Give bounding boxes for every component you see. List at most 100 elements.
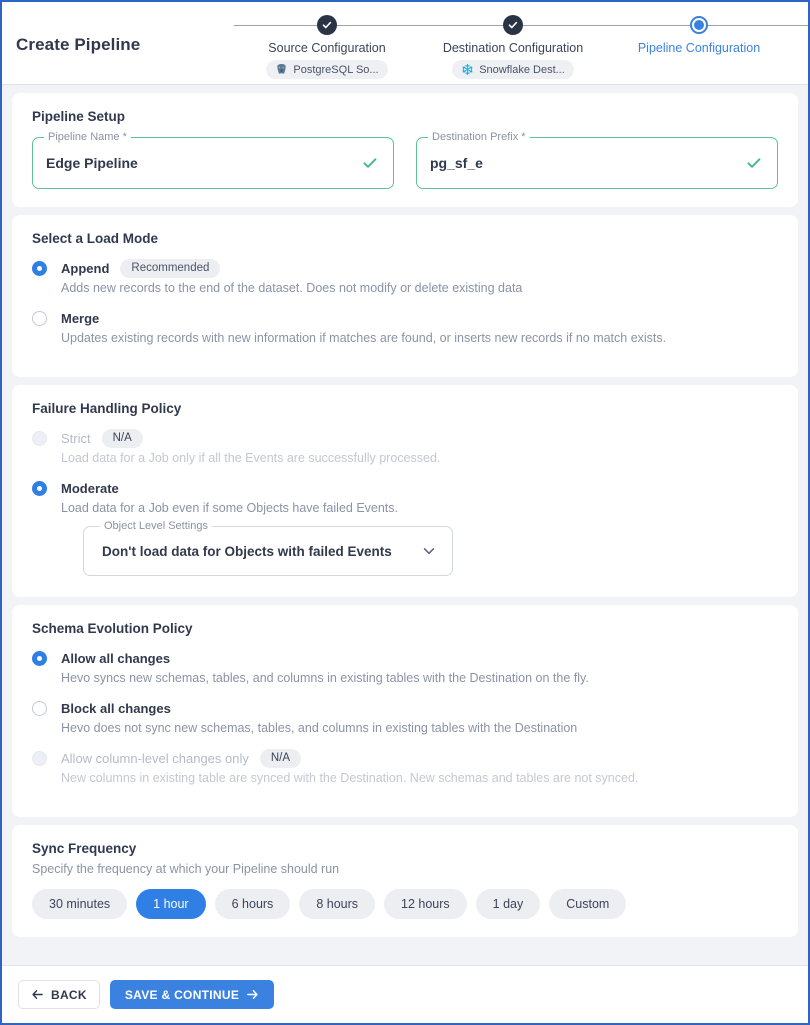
radio-block-all-changes[interactable] bbox=[32, 701, 47, 716]
option-description: Load data for a Job only if all the Even… bbox=[61, 451, 441, 465]
pipeline-name-field[interactable]: Pipeline Name * Edge Pipeline bbox=[32, 131, 394, 189]
pipeline-setup-title: Pipeline Setup bbox=[32, 109, 126, 124]
schema-evolution-card: Schema Evolution Policy Allow all change… bbox=[12, 605, 798, 817]
chevron-down-icon[interactable] bbox=[420, 542, 438, 560]
radio-allow-column-level-changes bbox=[32, 751, 47, 766]
option-description: Hevo does not sync new schemas, tables, … bbox=[61, 721, 578, 735]
snowflake-icon bbox=[462, 64, 473, 75]
sync-option-8-hours[interactable]: 8 hours bbox=[299, 889, 376, 919]
failure-option-moderate[interactable]: Moderate Load data for a Job even if som… bbox=[32, 479, 778, 576]
save-and-continue-label: SAVE & CONTINUE bbox=[124, 987, 240, 1002]
radio-strict bbox=[32, 431, 47, 446]
option-head: Allow column-level changes only N/A bbox=[61, 748, 638, 769]
step-done-icon bbox=[317, 15, 337, 35]
step-label: Source Configuration bbox=[268, 41, 386, 55]
option-head: Strict N/A bbox=[61, 428, 440, 449]
step-indicator-row bbox=[606, 14, 808, 36]
failure-option-strict: Strict N/A Load data for a Job only if a… bbox=[32, 428, 778, 476]
schema-option-block-all[interactable]: Block all changes Hevo does not sync new… bbox=[32, 699, 778, 746]
step-pipeline-configuration[interactable]: Pipeline Configuration bbox=[606, 14, 808, 55]
option-label: Append bbox=[61, 261, 110, 276]
pipeline-setup-fields: Pipeline Name * Edge Pipeline Destinatio… bbox=[32, 131, 778, 189]
sync-frequency-subtitle: Specify the frequency at which your Pipe… bbox=[32, 862, 340, 876]
option-label: Strict bbox=[61, 431, 91, 446]
step-indicator-row bbox=[234, 14, 420, 36]
object-level-settings-value: Don't load data for Objects with failed … bbox=[102, 543, 392, 559]
option-head: Merge bbox=[61, 309, 666, 328]
check-icon bbox=[363, 158, 377, 168]
destination-prefix-field[interactable]: Destination Prefix * pg_sf_e bbox=[416, 131, 778, 189]
option-label: Block all changes bbox=[61, 701, 171, 716]
pipeline-name-label: Pipeline Name * bbox=[44, 131, 131, 143]
destination-prefix-input[interactable]: pg_sf_e bbox=[430, 155, 745, 171]
radio-allow-all-changes[interactable] bbox=[32, 651, 47, 666]
page-footer: BACK SAVE & CONTINUE bbox=[2, 965, 808, 1023]
sync-option-30-minutes[interactable]: 30 minutes bbox=[32, 889, 128, 919]
step-chip-label: Snowflake Dest... bbox=[479, 63, 565, 76]
sync-frequency-title: Sync Frequency bbox=[32, 841, 137, 856]
sync-frequency-card: Sync Frequency Specify the frequency at … bbox=[12, 825, 798, 937]
option-description: Updates existing records with new inform… bbox=[61, 331, 667, 345]
option-body: Block all changes Hevo does not sync new… bbox=[61, 699, 577, 746]
page-title: Create Pipeline bbox=[16, 35, 141, 54]
step-done-icon bbox=[503, 15, 523, 35]
option-label: Allow all changes bbox=[61, 651, 171, 666]
step-active-inner-dot bbox=[694, 20, 704, 30]
option-head: Allow all changes bbox=[61, 649, 589, 668]
back-button[interactable]: BACK bbox=[18, 980, 100, 1009]
page-header: Create Pipeline Source Configuration Pos… bbox=[2, 2, 808, 85]
sync-frequency-options: 30 minutes 1 hour 6 hours 8 hours 12 hou… bbox=[32, 889, 778, 919]
step-connector-line bbox=[606, 25, 808, 26]
schema-evolution-title: Schema Evolution Policy bbox=[32, 621, 193, 636]
recommended-badge: Recommended bbox=[120, 258, 221, 279]
na-badge: N/A bbox=[101, 428, 143, 449]
postgresql-icon bbox=[277, 63, 287, 74]
object-level-settings-label: Object Level Settings bbox=[100, 520, 212, 532]
option-label: Allow column-level changes only bbox=[61, 751, 249, 766]
sync-option-12-hours[interactable]: 12 hours bbox=[384, 889, 467, 919]
object-level-settings-select[interactable]: Object Level Settings Don't load data fo… bbox=[83, 520, 453, 576]
option-description: New columns in existing table are synced… bbox=[61, 771, 639, 785]
load-mode-option-append[interactable]: Append Recommended Adds new records to t… bbox=[32, 258, 778, 306]
check-icon bbox=[747, 158, 761, 168]
load-mode-title: Select a Load Mode bbox=[32, 231, 159, 246]
option-description: Load data for a Job even if some Objects… bbox=[61, 501, 399, 515]
step-chip-destination: Snowflake Dest... bbox=[452, 60, 574, 79]
schema-option-allow-all[interactable]: Allow all changes Hevo syncs new schemas… bbox=[32, 649, 778, 696]
option-head: Append Recommended bbox=[61, 258, 522, 279]
step-source-configuration[interactable]: Source Configuration PostgreSQL So... bbox=[234, 14, 420, 79]
sync-option-custom[interactable]: Custom bbox=[549, 889, 627, 919]
pipeline-setup-card: Pipeline Setup Pipeline Name * Edge Pipe… bbox=[12, 93, 798, 207]
option-description: Adds new records to the end of the datas… bbox=[61, 281, 523, 295]
arrow-left-icon bbox=[32, 990, 43, 999]
step-label: Pipeline Configuration bbox=[637, 41, 761, 55]
step-destination-configuration[interactable]: Destination Configuration Snowflake Dest… bbox=[420, 14, 606, 79]
arrow-right-icon bbox=[247, 990, 258, 999]
back-button-label: BACK bbox=[51, 987, 87, 1002]
option-body: Strict N/A Load data for a Job only if a… bbox=[61, 428, 441, 476]
sync-option-1-hour[interactable]: 1 hour bbox=[136, 889, 206, 919]
object-level-settings-wrap: Object Level Settings Don't load data fo… bbox=[83, 520, 453, 576]
option-head: Moderate bbox=[61, 479, 453, 498]
option-head: Block all changes bbox=[61, 699, 577, 718]
radio-moderate[interactable] bbox=[32, 481, 47, 496]
na-badge: N/A bbox=[259, 748, 302, 769]
option-label: Merge bbox=[61, 311, 100, 326]
sync-option-1-day[interactable]: 1 day bbox=[475, 889, 541, 919]
option-body: Append Recommended Adds new records to t… bbox=[61, 258, 523, 306]
failure-handling-title: Failure Handling Policy bbox=[32, 401, 182, 416]
step-chip-label: PostgreSQL So... bbox=[293, 63, 379, 76]
save-and-continue-button[interactable]: SAVE & CONTINUE bbox=[109, 980, 275, 1009]
pipeline-name-input[interactable]: Edge Pipeline bbox=[46, 155, 361, 171]
step-indicator-row bbox=[420, 14, 606, 36]
load-mode-option-merge[interactable]: Merge Updates existing records with new … bbox=[32, 309, 778, 356]
step-chip-source: PostgreSQL So... bbox=[266, 60, 388, 79]
sync-option-6-hours[interactable]: 6 hours bbox=[214, 889, 291, 919]
option-body: Allow column-level changes only N/A New … bbox=[61, 748, 639, 796]
radio-append[interactable] bbox=[32, 261, 47, 276]
schema-option-column-level: Allow column-level changes only N/A New … bbox=[32, 748, 778, 796]
step-label: Destination Configuration bbox=[442, 41, 584, 55]
option-body: Merge Updates existing records with new … bbox=[61, 309, 666, 356]
option-body: Moderate Load data for a Job even if som… bbox=[61, 479, 453, 576]
radio-merge[interactable] bbox=[32, 311, 47, 326]
